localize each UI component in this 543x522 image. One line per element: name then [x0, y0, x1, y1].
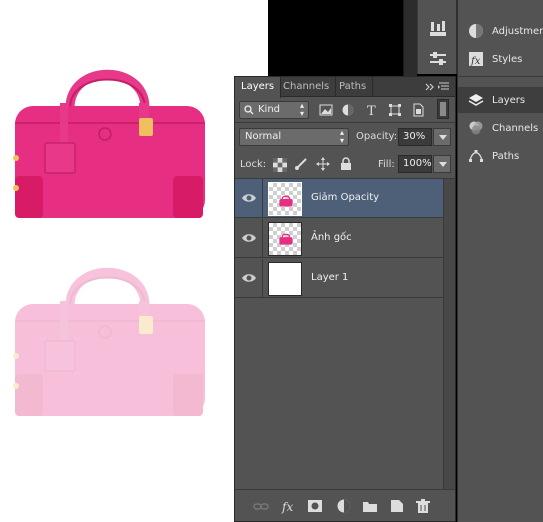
- channels-icon: [469, 121, 483, 135]
- filter-kind-select[interactable]: Kind ▴ ▾: [239, 101, 309, 119]
- dock-label-layers: Layers: [492, 94, 526, 106]
- fill-label: Fill:: [378, 159, 395, 170]
- panel-tab-bar: Layers Channels Paths: [235, 77, 455, 98]
- layer-row-layer-1[interactable]: Layer 1: [235, 259, 443, 298]
- panel-menu-icon: [438, 82, 449, 90]
- layer-divider: [262, 179, 263, 218]
- filter-kind-label: Kind: [258, 104, 281, 115]
- lock-transparent-pixels-icon[interactable]: [273, 158, 287, 172]
- panel-dock: Adjustments fx Styles Layers Channels Pa…: [457, 0, 543, 522]
- opacity-input[interactable]: 30%: [398, 128, 432, 146]
- svg-text:T: T: [367, 104, 376, 117]
- layer-thumbnail[interactable]: [268, 182, 302, 216]
- tab-layers[interactable]: Layers: [235, 77, 282, 98]
- lock-image-pixels-icon[interactable]: [294, 157, 308, 171]
- layers-bottom-toolbar: fx: [235, 489, 455, 521]
- panel-menu-button[interactable]: [425, 80, 451, 94]
- search-icon: [244, 105, 254, 115]
- link-icon[interactable]: [253, 498, 269, 514]
- brush-presets-icon[interactable]: [428, 20, 448, 38]
- bag-thumbnail-icon: [279, 195, 293, 207]
- dock-label-styles: Styles: [492, 53, 523, 65]
- layer-thumbnail[interactable]: [268, 262, 302, 296]
- layer-row-anh-goc[interactable]: Ảnh gốc: [235, 219, 443, 258]
- collapse-icon: [425, 83, 434, 91]
- filter-pixel-icon[interactable]: [319, 103, 333, 117]
- adjustment-layer-icon[interactable]: [336, 498, 352, 514]
- dock-label-paths: Paths: [492, 150, 520, 162]
- folder-icon[interactable]: [362, 498, 378, 514]
- styles-icon: fx: [469, 52, 483, 67]
- layer-name[interactable]: Giảm Opacity: [311, 192, 379, 203]
- filter-adjustment-icon[interactable]: [341, 103, 355, 117]
- fill-input[interactable]: 100%: [398, 155, 432, 173]
- dock-item-layers[interactable]: Layers: [458, 87, 543, 113]
- lock-position-icon[interactable]: [316, 157, 330, 171]
- opacity-slider-button[interactable]: [433, 128, 451, 146]
- dock-label-channels: Channels: [492, 122, 539, 134]
- layer-name[interactable]: Ảnh gốc: [311, 232, 352, 243]
- dock-item-styles[interactable]: fx Styles: [458, 46, 543, 72]
- dock-separator: [458, 76, 543, 77]
- tab-channels[interactable]: Channels: [277, 77, 337, 97]
- filter-smart-object-icon[interactable]: [411, 103, 425, 117]
- adjustments-icon: [469, 24, 483, 38]
- dock-item-paths[interactable]: Paths: [458, 143, 543, 169]
- handbag-reduced-opacity-image: [13, 267, 205, 416]
- new-layer-icon[interactable]: [389, 498, 405, 514]
- layer-name[interactable]: Layer 1: [311, 272, 348, 283]
- mask-icon[interactable]: [307, 498, 323, 514]
- blend-mode-select[interactable]: Normal ▴ ▾: [239, 128, 349, 146]
- dock-label-adjustments: Adjustments: [492, 25, 543, 37]
- svg-text:fx: fx: [281, 500, 293, 514]
- layer-thumbnail[interactable]: [268, 222, 302, 256]
- filter-toggle[interactable]: [437, 99, 449, 119]
- divider: [235, 122, 455, 123]
- layers-scrollbar[interactable]: [443, 179, 455, 489]
- visibility-eye-icon[interactable]: [241, 191, 257, 205]
- tab-paths[interactable]: Paths: [333, 77, 374, 97]
- layer-divider: [262, 219, 263, 258]
- layer-divider: [262, 259, 263, 298]
- tools-dock: [417, 0, 457, 74]
- filter-shape-icon[interactable]: [388, 103, 402, 117]
- fx-icon[interactable]: fx: [281, 498, 297, 514]
- document-canvas[interactable]: [0, 0, 268, 522]
- lock-all-icon[interactable]: [339, 157, 353, 171]
- layers-panel: Layers Channels Paths Kind ▴ ▾ T Normal ▴…: [234, 76, 456, 522]
- layers-icon: [468, 94, 484, 106]
- svg-text:fx: fx: [470, 56, 481, 67]
- workspace-background: [268, 0, 403, 74]
- lock-label: Lock:: [240, 159, 267, 170]
- filter-type-icon[interactable]: T: [365, 103, 379, 117]
- blend-mode-value: Normal: [245, 131, 282, 142]
- opacity-label: Opacity:: [356, 131, 398, 142]
- layer-row-giam-opacity[interactable]: Giảm Opacity: [235, 179, 443, 218]
- dock-item-adjustments[interactable]: Adjustments: [458, 18, 543, 44]
- fill-slider-button[interactable]: [433, 155, 451, 173]
- stepper-arrows-icon: ▴ ▾: [339, 128, 344, 145]
- trash-icon[interactable]: [415, 498, 431, 514]
- handbag-original-image: [13, 69, 205, 218]
- tool-presets-icon[interactable]: [428, 50, 448, 68]
- visibility-eye-icon[interactable]: [241, 271, 257, 285]
- bag-thumbnail-icon: [279, 233, 293, 245]
- paths-icon: [469, 150, 483, 162]
- dock-item-channels[interactable]: Channels: [458, 115, 543, 141]
- stepper-arrows-icon: ▴ ▾: [299, 101, 304, 118]
- visibility-eye-icon[interactable]: [241, 231, 257, 245]
